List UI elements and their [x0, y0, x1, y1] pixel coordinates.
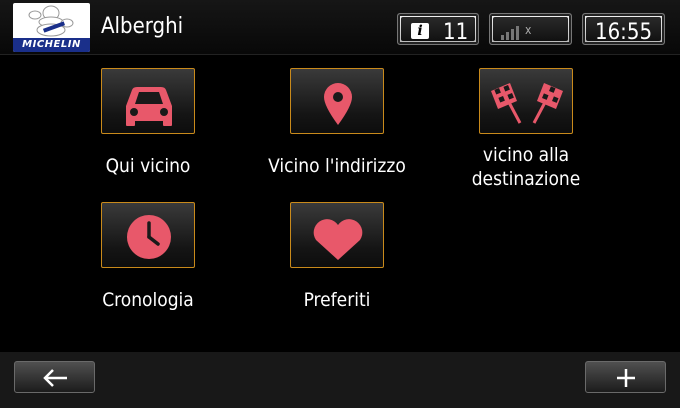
tile-preferiti[interactable]: [290, 202, 384, 268]
clock-display[interactable]: 16:55: [582, 13, 665, 45]
back-arrow-icon: [43, 369, 67, 387]
info-button[interactable]: i 11: [397, 13, 479, 45]
car-icon: [126, 87, 172, 126]
clock-icon: [127, 215, 171, 259]
checkered-flags-icon: [491, 83, 563, 124]
info-icon: i: [411, 23, 429, 39]
clock-time: 16:55: [595, 20, 653, 45]
tile-vicino-destinazione[interactable]: [479, 68, 573, 134]
bottom-bar: [0, 352, 680, 408]
heart-icon: [313, 219, 363, 260]
michelin-man-icon: [28, 5, 74, 37]
label-line2: destinazione: [471, 168, 581, 190]
label-preferiti: Preferiti: [303, 289, 371, 311]
logo-wordmark: MICHELIN: [13, 38, 90, 52]
michelin-logo: MICHELIN: [13, 3, 90, 52]
tile-qui-vicino[interactable]: [101, 68, 195, 134]
plus-icon: [617, 369, 635, 387]
label-line1: vicino alla: [482, 144, 570, 166]
signal-status: x: [525, 23, 532, 37]
label-vicino-destinazione: vicino alla destinazione: [426, 143, 626, 191]
label-vicino-indirizzo: Vicino l'indirizzo: [268, 155, 406, 177]
back-button[interactable]: [14, 361, 95, 393]
add-button[interactable]: [585, 361, 666, 393]
signal-indicator[interactable]: x: [489, 13, 572, 45]
tile-vicino-indirizzo[interactable]: [290, 68, 384, 134]
map-pin-icon: [324, 83, 352, 125]
label-cronologia: Cronologia: [102, 289, 194, 311]
page-title: Alberghi: [101, 14, 184, 39]
label-qui-vicino: Qui vicino: [105, 155, 191, 177]
info-count: 11: [443, 20, 469, 45]
top-bar: MICHELIN Alberghi i 11 x 16:55: [0, 0, 680, 55]
tile-cronologia[interactable]: [101, 202, 195, 268]
